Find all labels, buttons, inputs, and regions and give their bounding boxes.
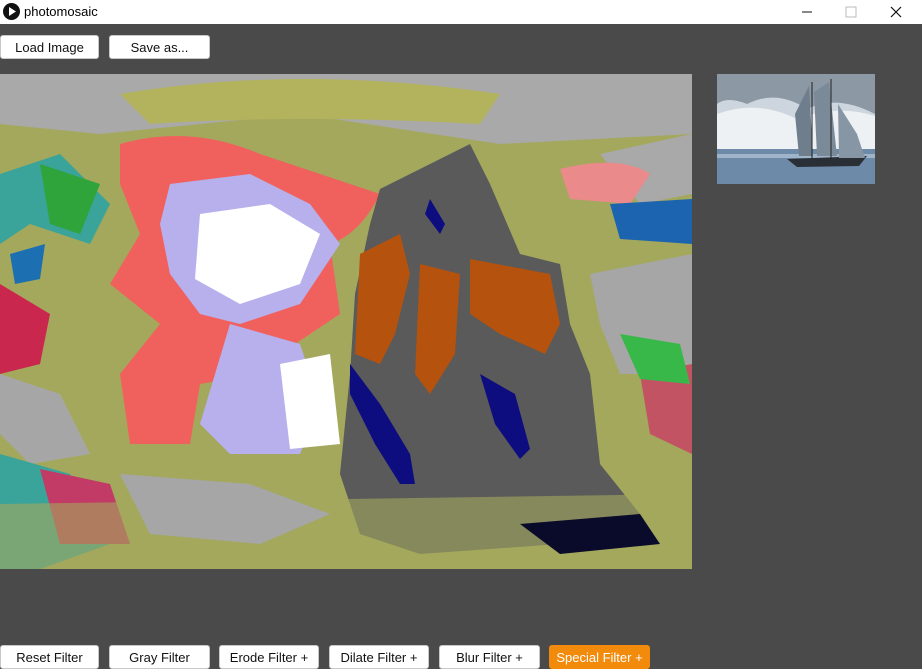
maximize-button[interactable] bbox=[828, 0, 874, 24]
minimize-button[interactable] bbox=[784, 0, 830, 24]
gray-filter-button[interactable]: Gray Filter bbox=[109, 645, 210, 669]
save-as-button[interactable]: Save as... bbox=[109, 35, 210, 59]
blur-filter-button[interactable]: Blur Filter + bbox=[439, 645, 540, 669]
app-icon bbox=[3, 3, 20, 20]
load-image-button[interactable]: Load Image bbox=[0, 35, 99, 59]
mosaic-canvas[interactable] bbox=[0, 74, 692, 569]
erode-filter-button[interactable]: Erode Filter + bbox=[219, 645, 319, 669]
dilate-filter-button[interactable]: Dilate Filter + bbox=[329, 645, 429, 669]
maximize-icon bbox=[845, 6, 857, 18]
close-icon bbox=[890, 6, 902, 18]
special-filter-button[interactable]: Special Filter + bbox=[549, 645, 650, 669]
title-bar: photomosaic bbox=[0, 0, 922, 24]
minimize-icon bbox=[802, 11, 812, 13]
close-button[interactable] bbox=[873, 0, 919, 24]
reset-filter-button[interactable]: Reset Filter bbox=[0, 645, 99, 669]
original-image-thumbnail bbox=[717, 74, 875, 184]
window-title: photomosaic bbox=[24, 4, 98, 19]
mosaic-image bbox=[0, 74, 692, 569]
